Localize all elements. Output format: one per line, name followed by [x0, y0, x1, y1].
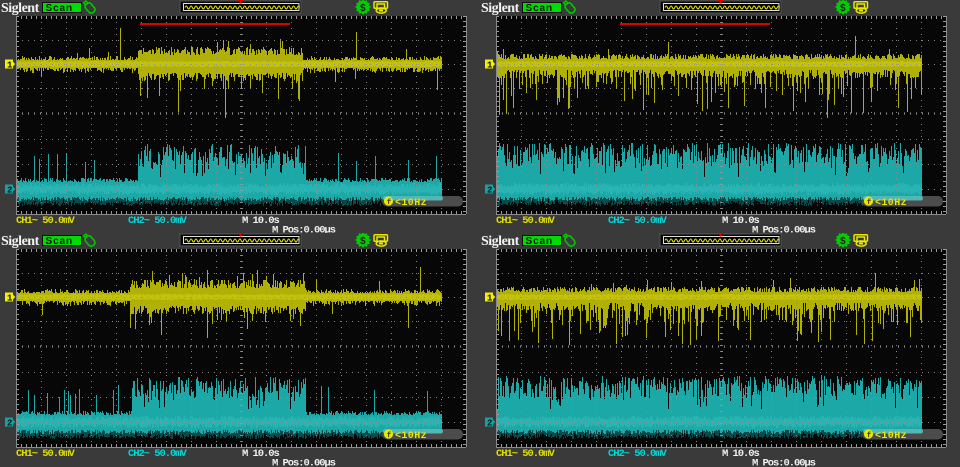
svg-text:2: 2 [7, 186, 12, 196]
svg-text:f: f [387, 432, 392, 440]
svg-text:<10Hz: <10Hz [875, 198, 907, 209]
svg-text:M Pos:0.00µs: M Pos:0.00µs [272, 458, 336, 467]
svg-text:CH1~ 50.0mV: CH1~ 50.0mV [496, 448, 556, 460]
svg-text:CH1~ 50.0mV: CH1~ 50.0mV [16, 215, 76, 227]
svg-text:Scan: Scan [526, 3, 554, 14]
svg-text:2: 2 [7, 419, 12, 429]
svg-text:<10Hz: <10Hz [875, 431, 907, 442]
svg-text:Siglent: Siglent [481, 1, 520, 16]
svg-text:f: f [867, 199, 872, 207]
svg-text:Scan: Scan [46, 236, 74, 247]
svg-text:<10Hz: <10Hz [395, 198, 427, 209]
svg-text:Siglent: Siglent [1, 1, 40, 16]
svg-text:2: 2 [487, 186, 492, 196]
svg-text:M Pos:0.00µs: M Pos:0.00µs [752, 458, 816, 467]
svg-text:<10Hz: <10Hz [395, 431, 427, 442]
svg-text:CH2~ 50.0mV: CH2~ 50.0mV [128, 448, 188, 460]
svg-text:1: 1 [7, 294, 13, 304]
svg-text:CH2~ 50.0mV: CH2~ 50.0mV [608, 448, 668, 460]
svg-text:Siglent: Siglent [1, 234, 40, 249]
svg-text:f: f [387, 199, 392, 207]
svg-text:$: $ [360, 236, 366, 247]
svg-text:1: 1 [487, 61, 493, 71]
svg-text:1: 1 [7, 61, 13, 71]
svg-text:2: 2 [487, 419, 492, 429]
svg-text:CH2~ 50.0mV: CH2~ 50.0mV [128, 215, 188, 227]
svg-text:CH1~ 50.0mV: CH1~ 50.0mV [496, 215, 556, 227]
svg-text:f: f [867, 432, 872, 440]
svg-text:$: $ [360, 3, 366, 14]
svg-text:Scan: Scan [526, 236, 554, 247]
svg-text:1: 1 [487, 294, 493, 304]
svg-text:Siglent: Siglent [481, 234, 520, 249]
svg-text:$: $ [840, 236, 846, 247]
svg-text:CH2~ 50.0mV: CH2~ 50.0mV [608, 215, 668, 227]
svg-text:Scan: Scan [46, 3, 74, 14]
svg-text:CH1~ 50.0mV: CH1~ 50.0mV [16, 448, 76, 460]
svg-text:$: $ [840, 3, 846, 14]
